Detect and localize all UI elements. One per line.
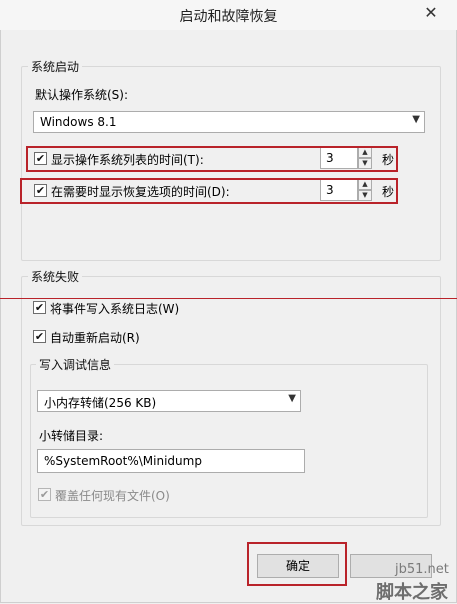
chevron-down-icon: ▼: [412, 114, 420, 125]
highlight-box: [20, 178, 398, 204]
highlight-box: [247, 542, 347, 586]
dump-dir-value: %SystemRoot%\Minidump: [44, 454, 202, 468]
highlight-box: [26, 146, 398, 172]
watermark-brand: 脚本之家: [376, 582, 448, 603]
window-title: 启动和故障恢复: [179, 9, 278, 25]
title-bar: 启动和故障恢复 ✕: [0, 0, 457, 30]
default-os-select[interactable]: Windows 8.1 ▼: [33, 111, 425, 133]
chevron-down-icon: ▼: [288, 393, 296, 404]
dump-type-value: 小内存转储(256 KB): [44, 396, 157, 410]
overwrite-checkbox[interactable]: ✔: [38, 488, 51, 501]
failure-group-title: 系统失败: [28, 268, 83, 285]
annotation-line: [0, 298, 457, 299]
auto-restart-label: 自动重新启动(R): [50, 331, 140, 345]
close-icon[interactable]: ✕: [417, 2, 445, 24]
default-os-value: Windows 8.1: [40, 115, 117, 129]
debug-group-title: 写入调试信息: [36, 356, 115, 373]
dump-dir-label: 小转储目录:: [39, 429, 104, 443]
dump-type-select[interactable]: 小内存转储(256 KB) ▼: [37, 390, 301, 412]
write-event-label: 将事件写入系统日志(W): [50, 302, 180, 316]
default-os-label: 默认操作系统(S):: [35, 88, 129, 102]
startup-group-title: 系统启动: [28, 58, 83, 75]
write-event-checkbox[interactable]: ✔: [33, 301, 46, 314]
overwrite-label: 覆盖任何现有文件(O): [55, 489, 170, 503]
watermark-site: jb51.net: [395, 562, 449, 577]
dump-dir-input[interactable]: %SystemRoot%\Minidump: [37, 449, 305, 473]
auto-restart-checkbox[interactable]: ✔: [33, 330, 46, 343]
